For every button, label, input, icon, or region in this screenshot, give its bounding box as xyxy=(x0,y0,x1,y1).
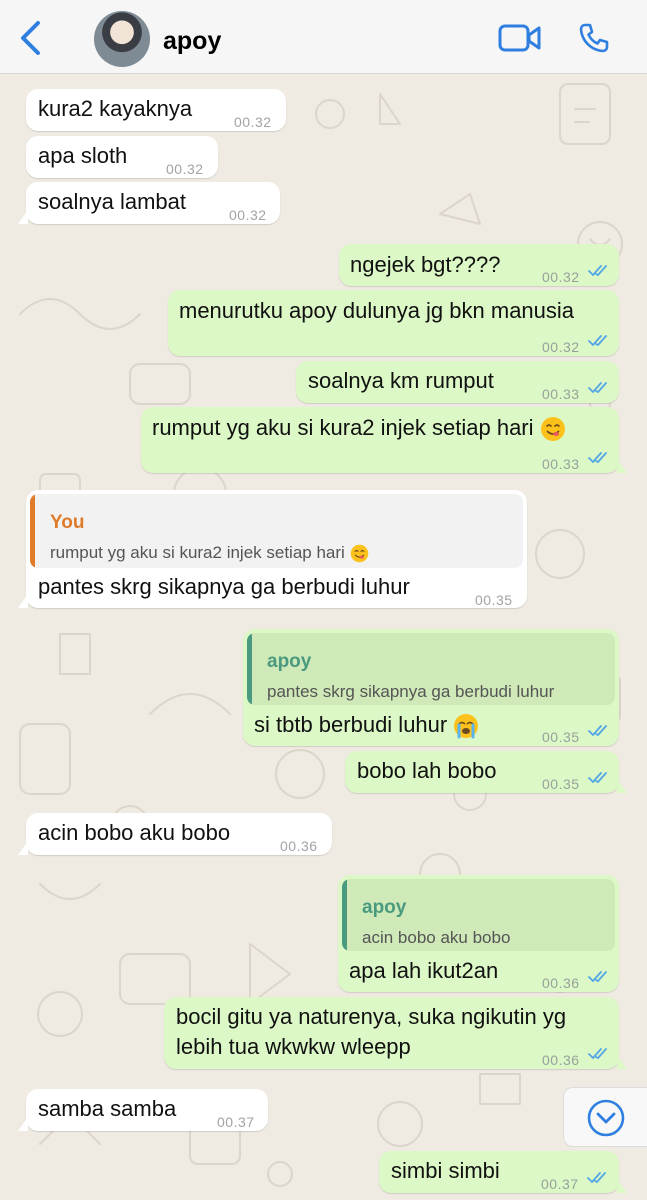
double-check-icon xyxy=(588,772,607,784)
message-bubble-incoming[interactable]: apa sloth 00.32 xyxy=(26,136,218,178)
quote-author: You xyxy=(50,512,85,533)
message-text-line: bocil gitu ya naturenya, suka ngikutin y… xyxy=(176,1004,567,1029)
chat-header: apoy xyxy=(0,0,647,74)
quote-text: rumput yg aku si kura2 injek setiap hari xyxy=(50,538,369,568)
quoted-message[interactable]: apoy pantes skrg sikapnya ga berbudi luh… xyxy=(247,633,615,705)
message-time: 00.32 xyxy=(234,114,272,130)
message-bubble-incoming[interactable]: samba samba 00.37 xyxy=(18,1089,268,1131)
quoted-message[interactable]: apoy acin bobo aku bobo xyxy=(342,879,615,951)
bubble-tail xyxy=(18,210,28,224)
message-bubble-outgoing[interactable]: bocil gitu ya naturenya, suka ngikutin y… xyxy=(164,997,627,1069)
quote-bar xyxy=(247,633,252,705)
message-bubble-incoming[interactable]: kura2 kayaknya 00.32 xyxy=(26,89,286,131)
message-text-line: lebih tua wkwkw wleepp xyxy=(176,1034,411,1059)
message-text: simbi simbi xyxy=(391,1158,500,1183)
message-text: ngejek bgt???? xyxy=(350,252,501,277)
quoted-message[interactable]: You rumput yg aku si kura2 injek setiap … xyxy=(30,494,523,568)
bubble-tail xyxy=(18,841,28,855)
yum-emoji-icon xyxy=(540,417,565,442)
quote-author: apoy xyxy=(362,897,407,918)
message-bubble-incoming[interactable]: acin bobo aku bobo 00.36 xyxy=(18,813,332,855)
message-time: 00.32 xyxy=(166,161,204,177)
bubble-tail xyxy=(617,1179,627,1193)
message-text: rumput yg aku si kura2 injek setiap hari xyxy=(152,413,566,443)
message-bubble-outgoing[interactable]: rumput yg aku si kura2 injek setiap hari… xyxy=(141,407,627,473)
message-time: 00.32 xyxy=(229,207,267,223)
message-text: bobo lah bobo xyxy=(357,758,497,783)
chat-area[interactable]: kura2 kayaknya 00.32 apa sloth 00.32 soa… xyxy=(0,74,647,1200)
message-bubble-outgoing[interactable]: ngejek bgt???? 00.32 xyxy=(339,244,619,286)
double-check-icon xyxy=(588,971,607,983)
chevron-down-icon xyxy=(587,1099,625,1137)
message-bubble-outgoing[interactable]: bobo lah bobo 00.35 xyxy=(345,751,627,793)
message-bubble-outgoing[interactable]: soalnya km rumput 00.33 xyxy=(296,361,619,403)
message-time: 00.35 xyxy=(542,729,580,745)
double-check-icon xyxy=(588,452,607,464)
message-bubble-incoming[interactable]: soalnya lambat 00.32 xyxy=(18,182,280,224)
back-chevron-icon[interactable] xyxy=(18,20,44,56)
message-text: menurutku apoy dulunya jg bkn manusia xyxy=(179,298,575,323)
double-check-icon xyxy=(588,335,607,347)
message-time: 00.32 xyxy=(542,339,580,355)
bubble-tail xyxy=(18,1117,28,1131)
message-time: 00.36 xyxy=(542,1052,580,1068)
message-text: apa lah ikut2an xyxy=(349,958,499,983)
message-time: 00.33 xyxy=(542,456,580,472)
double-check-icon xyxy=(587,1172,606,1184)
bubble-tail xyxy=(617,779,627,793)
message-text-content: si tbtb berbudi luhur xyxy=(254,712,448,737)
quote-text-content: rumput yg aku si kura2 injek setiap hari xyxy=(50,543,345,562)
message-time: 00.35 xyxy=(475,592,513,608)
message-text: soalnya km rumput xyxy=(308,368,494,393)
message-time: 00.37 xyxy=(217,1114,255,1130)
double-check-icon xyxy=(588,1048,607,1060)
message-time: 00.33 xyxy=(542,386,580,402)
message-text: soalnya lambat xyxy=(38,189,186,214)
message-text: acin bobo aku bobo xyxy=(38,820,231,845)
bubble-tail xyxy=(617,1055,627,1069)
double-check-icon xyxy=(588,725,607,737)
scroll-to-bottom-button[interactable] xyxy=(563,1087,647,1147)
avatar[interactable] xyxy=(94,11,150,67)
crying-emoji-icon xyxy=(454,714,479,739)
message-bubble-outgoing[interactable]: apoy acin bobo aku bobo apa lah ikut2an … xyxy=(338,875,619,992)
message-text: pantes skrg sikapnya ga berbudi luhur xyxy=(38,574,410,599)
quote-text: pantes skrg sikapnya ga berbudi luhur xyxy=(267,682,555,701)
message-time: 00.32 xyxy=(542,269,580,285)
message-time: 00.36 xyxy=(280,838,318,854)
message-text-content: rumput yg aku si kura2 injek setiap hari xyxy=(152,415,534,440)
phone-call-icon[interactable] xyxy=(578,22,610,54)
message-text: apa sloth xyxy=(38,143,128,168)
message-bubble-outgoing[interactable]: menurutku apoy dulunya jg bkn manusia 00… xyxy=(168,290,619,356)
message-bubble-incoming[interactable]: You rumput yg aku si kura2 injek setiap … xyxy=(18,490,527,608)
bubble-tail xyxy=(18,594,28,608)
message-time: 00.35 xyxy=(542,776,580,792)
quote-bar xyxy=(342,879,347,951)
message-text: si tbtb berbudi luhur xyxy=(254,710,479,740)
yum-emoji-icon xyxy=(350,544,368,563)
message-bubble-outgoing[interactable]: apoy pantes skrg sikapnya ga berbudi luh… xyxy=(243,629,619,746)
message-time: 00.37 xyxy=(541,1176,579,1192)
message-text: samba samba xyxy=(38,1096,177,1121)
quote-bar xyxy=(30,494,35,568)
double-check-icon xyxy=(588,265,607,277)
quote-author: apoy xyxy=(267,651,312,672)
contact-name[interactable]: apoy xyxy=(163,27,221,56)
message-text: kura2 kayaknya xyxy=(38,96,193,121)
double-check-icon xyxy=(588,382,607,394)
message-bubble-outgoing[interactable]: simbi simbi 00.37 xyxy=(379,1151,627,1193)
video-call-icon[interactable] xyxy=(498,24,542,52)
message-time: 00.36 xyxy=(542,975,580,991)
bubble-tail xyxy=(617,459,627,473)
quote-text: acin bobo aku bobo xyxy=(362,928,511,947)
